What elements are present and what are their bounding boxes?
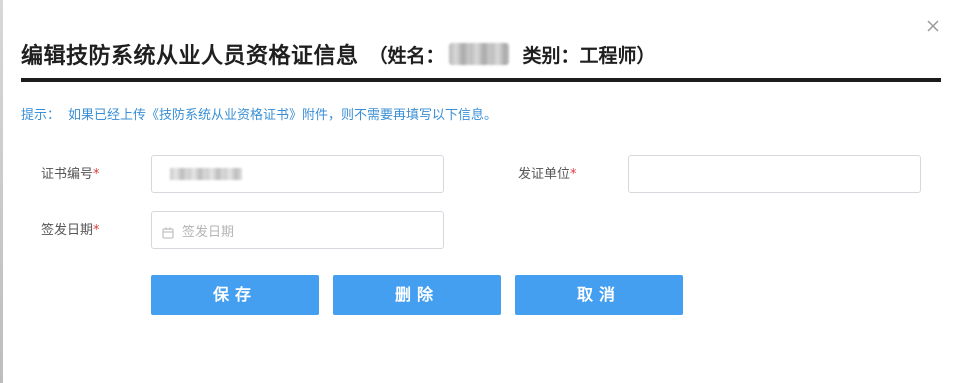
dialog-subtitle: （姓名： 类别：工程师） [369,41,656,68]
required-mark: * [93,167,100,182]
redacted-cert-number [170,168,242,180]
issue-date-picker[interactable]: 签发日期 [151,211,444,249]
background-edge [0,0,3,383]
required-mark: * [93,223,100,238]
dialog-title: 编辑技防系统从业人员资格证信息 [21,44,359,69]
redacted-name [448,43,509,65]
cert-number-input[interactable] [151,155,444,193]
dialog-header: 编辑技防系统从业人员资格证信息 （姓名： 类别：工程师） [21,34,941,82]
notice-text: 提示： 如果已经上传《技防系统从业资格证书》附件，则不需要再填写以下信息。 [21,104,497,123]
cancel-button[interactable]: 取消 [515,275,683,315]
notice-prefix: 提示： [21,108,61,123]
issuer-input[interactable] [628,155,921,193]
close-icon[interactable] [923,16,943,36]
calendar-icon [162,224,174,239]
category-label: 类别：工程师） [522,44,656,67]
cert-number-label: 证书编号* [41,167,100,182]
issue-date-placeholder: 签发日期 [182,224,235,240]
save-button[interactable]: 保存 [151,275,319,315]
delete-button[interactable]: 删除 [333,275,501,315]
dialog: 编辑技防系统从业人员资格证信息 （姓名： 类别：工程师） 提示： 如果已经上传《技… [0,0,961,383]
notice-message: 如果已经上传《技防系统从业资格证书》附件，则不需要再填写以下信息。 [68,108,498,123]
required-mark: * [570,167,577,182]
issue-date-label: 签发日期* [41,223,100,238]
issuer-label: 发证单位* [518,167,577,182]
name-label: （姓名： [368,44,445,67]
